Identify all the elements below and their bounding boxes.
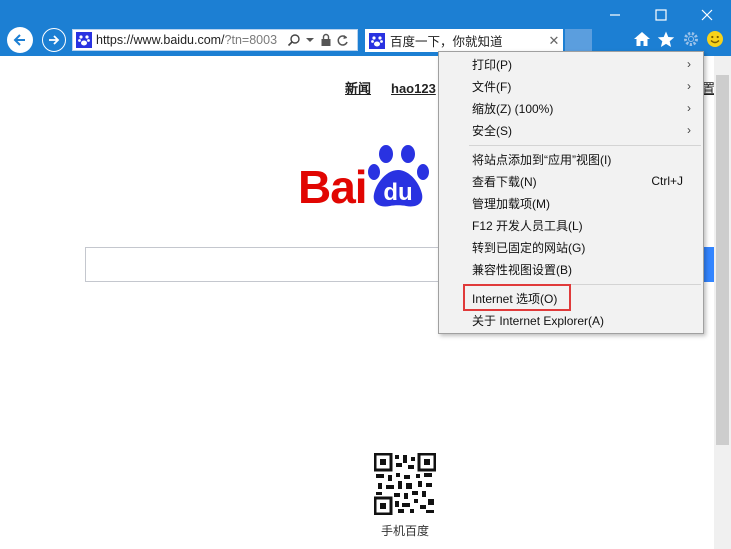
menu-item-safety[interactable]: 安全(S) › bbox=[439, 119, 703, 141]
baidu-paw-icon bbox=[369, 31, 385, 51]
baidu-logo: Bai du bbox=[298, 140, 438, 213]
baidu-paw-icon bbox=[76, 30, 92, 50]
search-icon[interactable] bbox=[286, 30, 302, 50]
menu-item-view-downloads[interactable]: 查看下载(N) Ctrl+J bbox=[439, 170, 703, 192]
smiley-feedback-icon[interactable] bbox=[705, 29, 725, 49]
back-arrow-icon bbox=[13, 34, 25, 46]
scrollbar-thumb[interactable] bbox=[716, 75, 729, 445]
submenu-arrow-icon: › bbox=[687, 123, 691, 137]
submenu-arrow-icon: › bbox=[687, 57, 691, 71]
address-bar[interactable]: https://www.baidu.com/?tn=8003 bbox=[72, 29, 358, 51]
menu-item-f12-devtools[interactable]: F12 开发人员工具(L) bbox=[439, 214, 703, 236]
browser-tab[interactable]: 百度一下，你就知道 ✕ bbox=[365, 29, 563, 52]
tab-close-button[interactable]: ✕ bbox=[545, 33, 563, 49]
shortcut-label: Ctrl+J bbox=[651, 174, 683, 188]
dropdown-icon[interactable] bbox=[302, 30, 318, 50]
url-text[interactable]: https://www.baidu.com/?tn=8003 bbox=[96, 33, 286, 47]
back-button[interactable] bbox=[7, 27, 33, 53]
minimize-icon bbox=[610, 14, 620, 16]
browser-title-bar: https://www.baidu.com/?tn=8003 百度一下，你就知道… bbox=[0, 0, 731, 56]
baidu-paw-logo-icon: du bbox=[368, 145, 429, 207]
nav-link-hao123[interactable]: hao123 bbox=[391, 81, 436, 96]
menu-item-pinned-sites[interactable]: 转到已固定的网站(G) bbox=[439, 236, 703, 258]
home-icon[interactable] bbox=[632, 29, 652, 49]
forward-arrow-icon bbox=[49, 35, 60, 45]
refresh-icon[interactable] bbox=[334, 30, 350, 50]
lock-icon[interactable] bbox=[318, 30, 334, 50]
minimize-button[interactable] bbox=[592, 0, 638, 30]
menu-item-compat-view[interactable]: 兼容性视图设置(B) bbox=[439, 258, 703, 280]
qr-label: 手机百度 bbox=[380, 524, 429, 538]
maximize-button[interactable] bbox=[638, 0, 684, 30]
new-tab-button[interactable] bbox=[565, 29, 592, 52]
tab-title: 百度一下，你就知道 bbox=[390, 35, 503, 49]
nav-link-news[interactable]: 新闻 bbox=[345, 81, 371, 96]
maximize-icon bbox=[655, 9, 667, 21]
submenu-arrow-icon: › bbox=[687, 79, 691, 93]
close-window-button[interactable] bbox=[684, 0, 730, 30]
menu-separator bbox=[469, 145, 701, 146]
menu-item-print[interactable]: 打印(P) › bbox=[439, 53, 703, 75]
menu-item-add-site-to-apps[interactable]: 将站点添加到“应用”视图(I) bbox=[439, 148, 703, 170]
forward-button[interactable] bbox=[42, 28, 66, 52]
qr-code-icon bbox=[374, 453, 436, 515]
tools-gear-icon[interactable] bbox=[681, 29, 701, 49]
menu-item-zoom[interactable]: 缩放(Z) (100%) › bbox=[439, 97, 703, 119]
favorites-star-icon[interactable] bbox=[656, 29, 676, 49]
menu-item-manage-addons[interactable]: 管理加载项(M) bbox=[439, 192, 703, 214]
logo-du-text: du bbox=[383, 179, 412, 206]
submenu-arrow-icon: › bbox=[687, 101, 691, 115]
highlight-box bbox=[463, 284, 571, 311]
search-input[interactable] bbox=[85, 247, 445, 282]
menu-item-about-ie[interactable]: 关于 Internet Explorer(A) bbox=[439, 309, 703, 331]
close-icon bbox=[701, 9, 713, 21]
menu-item-file[interactable]: 文件(F) › bbox=[439, 75, 703, 97]
